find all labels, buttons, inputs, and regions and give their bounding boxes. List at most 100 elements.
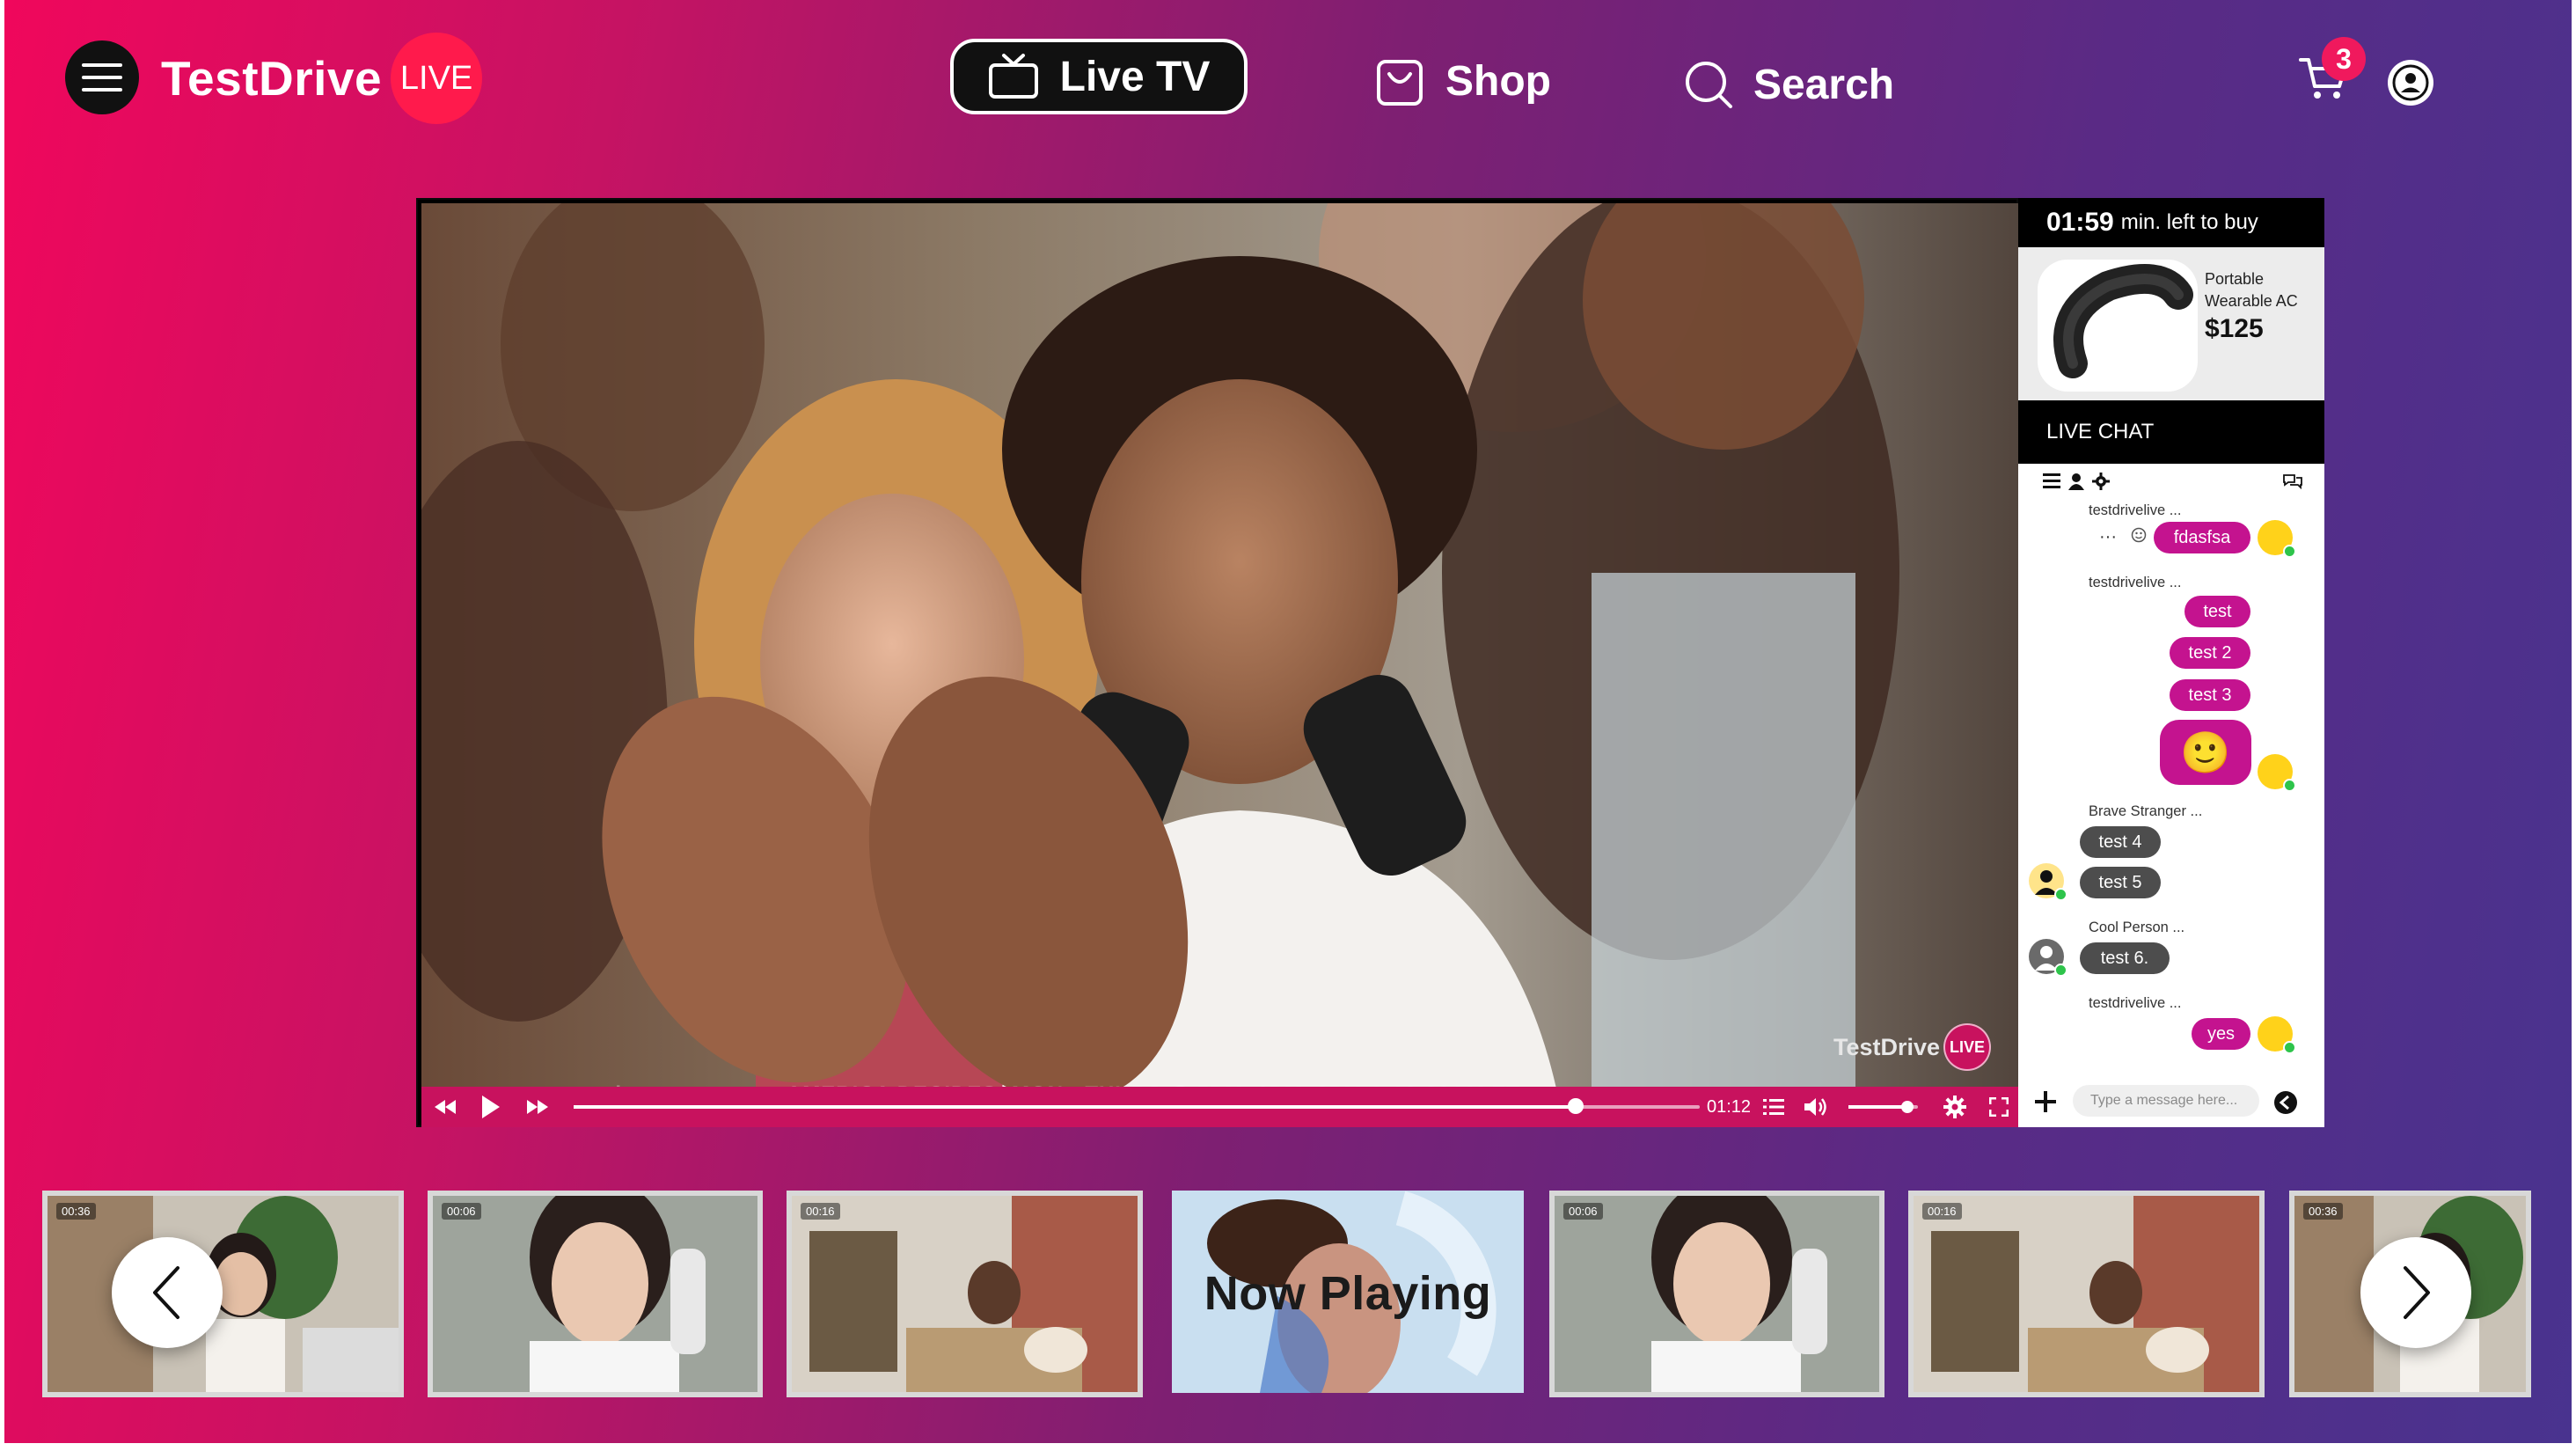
chat-message-input[interactable]: Type a message here... [2073,1085,2259,1117]
thumbnail-image [792,1196,1138,1392]
volume-slider[interactable] [1848,1101,1918,1113]
nav-live-tv-label: Live TV [1059,53,1211,100]
volume-slider-knob[interactable] [1901,1101,1914,1113]
add-attachment-icon[interactable] [2034,1090,2057,1113]
chat-sender: testdrivelive ... [2089,502,2182,518]
now-playing-label: Now Playing [1204,1267,1492,1320]
menu-icon-line [82,88,122,92]
video-thumbnail[interactable]: 00:36 [42,1191,404,1397]
carousel-next-button[interactable] [2360,1237,2471,1348]
menu-icon-line [82,76,122,79]
thumbnail-duration: 00:36 [2303,1203,2343,1220]
chevron-right-icon [2404,1266,2430,1319]
shopping-side-panel: 01:59 min. left to buy Portable Wearable… [2018,198,2324,1127]
cart-count-badge: 3 [2322,37,2366,81]
nav-live-tv[interactable]: Live TV [950,39,1248,114]
thumbnail-duration: 00:16 [1922,1203,1962,1220]
user-account-button[interactable] [2388,60,2433,106]
chat-bubble-mine: fdasfsa [2154,522,2250,553]
volume-button[interactable] [1796,1087,1836,1127]
thumbnail-duration: 00:36 [56,1203,96,1220]
thumbnail-duration: 00:06 [442,1203,481,1220]
nav-shop[interactable]: Shop [1375,46,1551,116]
fast-forward-icon [526,1100,548,1114]
live-chat-header: LIVE CHAT [2018,400,2324,464]
product-image[interactable] [2038,260,2198,392]
chat-sender: Cool Person ... [2089,920,2185,935]
chat-toolbar [2018,464,2324,499]
volume-slider-fill [1848,1105,1908,1109]
online-indicator [2054,888,2067,901]
buy-countdown: 01:59 min. left to buy [2018,198,2324,247]
search-icon [1686,62,1732,108]
chat-bubble-mine: yes [2192,1018,2250,1050]
video-player[interactable]: TestDrive LIVE cbsnews.com ▸▸ AMERICA DE… [416,198,2019,1127]
thumbnail-image [1914,1196,2259,1392]
video-thumbnail[interactable]: 00:16 [787,1191,1143,1397]
chat-bubbles-icon[interactable] [2282,473,2303,490]
more-options-icon[interactable]: ··· [2099,527,2117,547]
thumbnail-image [48,1196,399,1392]
chat-bubble-other: test 6. [2080,942,2170,974]
video-thumbnail[interactable]: 00:16 [1908,1191,2265,1397]
send-icon[interactable] [2273,1090,2298,1115]
settings-button[interactable] [1930,1087,1980,1127]
player-controls: 01:12 [421,1087,2019,1127]
chat-sender: Brave Stranger ... [2089,803,2203,819]
nav-shop-label: Shop [1445,57,1551,105]
chat-menu-icon[interactable] [2043,473,2060,488]
chat-sender: testdrivelive ... [2089,575,2182,590]
countdown-value: 01:59 [2046,208,2114,237]
menu-button[interactable] [65,40,139,114]
fast-forward-button[interactable] [514,1087,561,1127]
product-card[interactable]: Portable Wearable AC $125 [2018,247,2324,400]
user-icon [2392,64,2429,101]
rewind-icon [434,1100,456,1114]
carousel-previous-button[interactable] [112,1237,223,1348]
chat-bubble-mine: test 3 [2170,679,2250,711]
nav-search[interactable]: Search [1683,49,1894,120]
now-playing-thumbnail[interactable]: Now Playing [1172,1191,1524,1393]
brand-live-badge: LIVE [391,33,483,124]
play-icon [482,1096,501,1118]
fullscreen-icon [1989,1097,2009,1117]
product-price: $125 [2205,314,2264,343]
chevron-left-icon [153,1266,179,1319]
online-indicator [2283,545,2296,558]
playlist-button[interactable] [1753,1087,1797,1127]
brand-logo[interactable]: TestDrive LIVE [161,30,483,127]
watermark-live: LIVE [1943,1023,1992,1071]
thumbnail-duration: 00:16 [801,1203,840,1220]
gear-icon [1943,1096,1966,1118]
chat-input-row: Type a message here... [2018,1076,2324,1127]
app-background: TestDrive LIVE Live TV Shop Search 3 Tes… [4,0,2572,1443]
chat-bubble-emoji: 🙂 [2160,720,2251,785]
react-emoji-icon[interactable] [2131,527,2147,543]
chat-user-icon[interactable] [2067,473,2085,490]
list-icon [1763,1099,1785,1115]
chat-messages: testdrivelive ... ··· fdasfsa testdrivel… [2018,499,2324,1062]
rewind-button[interactable] [421,1087,469,1127]
thumbnail-image [1555,1196,1879,1392]
chat-settings-icon[interactable] [2092,473,2110,490]
seek-bar[interactable] [573,1098,1700,1114]
thumbnail-image [433,1196,757,1392]
menu-icon-line [82,63,122,67]
chat-bubble-mine: test 2 [2170,637,2250,669]
neck-fan-image [2053,264,2193,378]
fullscreen-button[interactable] [1979,1087,2019,1127]
tv-icon [988,54,1038,99]
online-indicator [2283,779,2296,792]
chat-bubble-mine: test [2184,596,2250,627]
play-button[interactable] [469,1087,515,1127]
online-indicator [2054,964,2067,977]
video-frame[interactable]: TestDrive LIVE [421,203,2019,1088]
countdown-label: min. left to buy [2120,210,2258,234]
video-thumbnail[interactable]: 00:06 [1549,1191,1884,1397]
video-thumbnail[interactable]: 00:06 [428,1191,763,1397]
chat-bubble-other: test 4 [2080,826,2161,858]
seek-bar-knob[interactable] [1568,1098,1584,1114]
video-scene [421,203,2019,1088]
nav-search-label: Search [1753,61,1895,108]
watermark-name: TestDrive [1833,1033,1941,1060]
